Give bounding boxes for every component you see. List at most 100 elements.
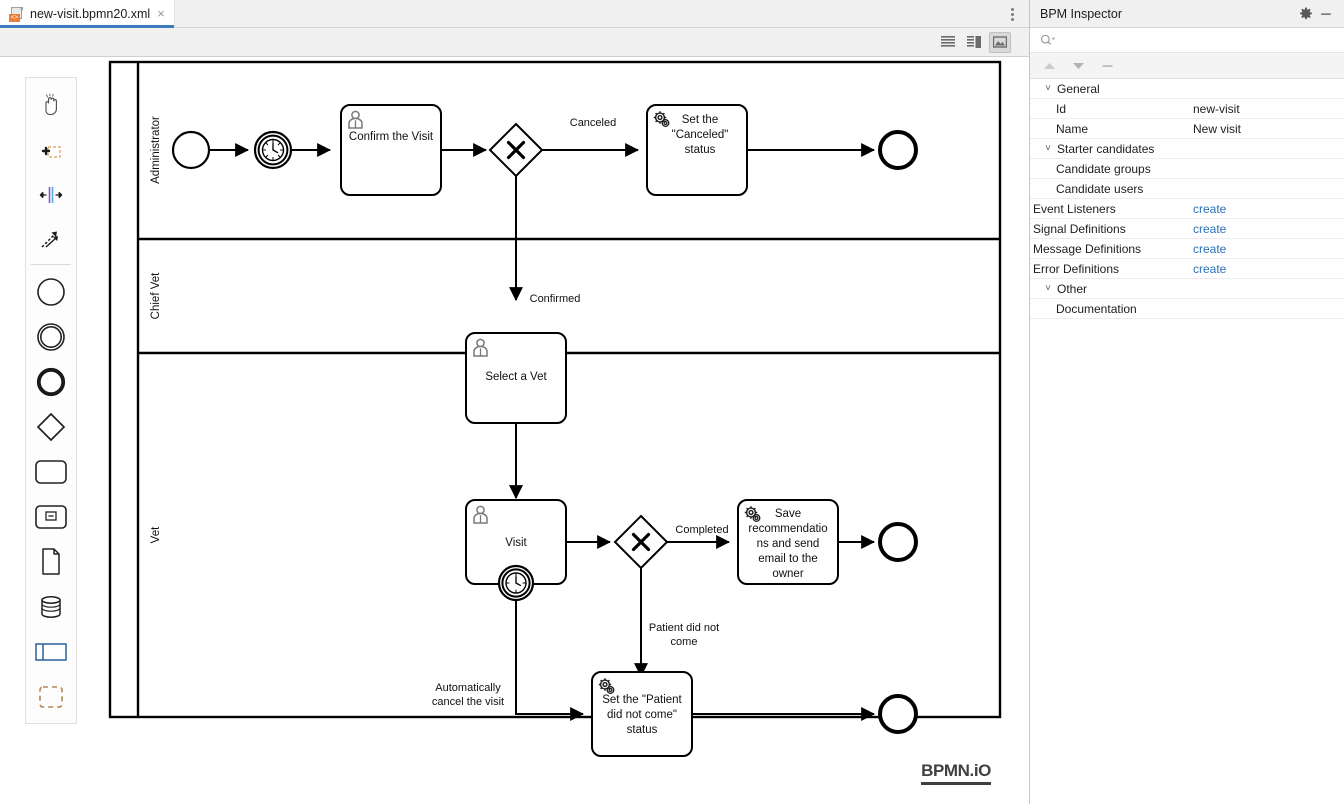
property-row[interactable]: Documentation — [1030, 299, 1344, 319]
flow-label-confirmed: Confirmed — [530, 293, 581, 305]
node-end-event-canceled[interactable] — [878, 130, 918, 170]
inspector-header: BPM Inspector — [1030, 0, 1344, 28]
tab-bar: <> new-visit.bpmn20.xml × — [0, 0, 1029, 28]
flow-label-patient-no-show-line1: Patient did not — [649, 622, 719, 634]
task-label-line2: recommendatio — [748, 523, 827, 535]
task-label-line4: email to the — [758, 553, 817, 565]
search-icon — [1040, 33, 1056, 47]
task-label: Select a Vet — [485, 371, 547, 383]
property-row[interactable]: Candidate users — [1030, 179, 1344, 199]
node-save-recommendations[interactable]: Save recommendatio ns and send email to … — [737, 499, 839, 585]
bpmn-io-logo[interactable]: BPMN.iO — [921, 762, 991, 785]
property-list: ˅ General Id new-visit Name New visit ˅ Starter… — [1030, 79, 1344, 804]
inspector-toolbar — [1030, 53, 1344, 79]
task-label: Visit — [505, 537, 527, 549]
property-name: Event Listeners — [1033, 201, 1116, 216]
task-label-line2: "Canceled" — [672, 129, 729, 141]
minus-icon[interactable] — [1098, 57, 1116, 75]
property-value: New visit — [1193, 121, 1242, 136]
property-name: Documentation — [1056, 301, 1137, 316]
node-select-a-vet[interactable]: Select a Vet — [465, 332, 567, 424]
property-row[interactable]: Candidate groups — [1030, 159, 1344, 179]
lane-label-chief-vet: Chief Vet — [150, 272, 162, 319]
application-window: <> new-visit.bpmn20.xml × Administrator … — [0, 0, 1344, 804]
tab-title: new-visit.bpmn20.xml — [30, 7, 151, 21]
property-name: General — [1057, 81, 1100, 96]
property-row[interactable]: Message Definitions create — [1030, 239, 1344, 259]
inspector-search-row[interactable] — [1030, 28, 1344, 53]
source-view-button[interactable] — [937, 32, 959, 53]
flow-label-auto-cancel-line2: cancel the visit — [432, 696, 504, 708]
property-name: Name — [1056, 121, 1089, 136]
more-vertical-icon[interactable] — [1003, 0, 1021, 28]
triangle-down-icon[interactable] — [1069, 57, 1087, 75]
chevron-down-icon[interactable]: ˅ — [1040, 83, 1056, 94]
property-name: Error Definitions — [1033, 261, 1120, 276]
property-row[interactable]: Event Listeners create — [1030, 199, 1344, 219]
property-name: Other — [1057, 281, 1088, 296]
inspector-title: BPM Inspector — [1040, 6, 1122, 21]
node-confirm-the-visit[interactable]: Confirm the Visit — [340, 104, 442, 196]
lane-label-text: Chief Vet — [150, 272, 162, 319]
property-name: Signal Definitions — [1033, 221, 1126, 236]
chevron-down-icon[interactable]: ˅ — [1040, 143, 1056, 154]
task-label-line1: Save — [775, 508, 801, 520]
task-label-line1: Set the "Patient — [602, 694, 682, 706]
search-input[interactable] — [1056, 32, 1344, 48]
property-create-link[interactable]: create — [1193, 202, 1226, 216]
gear-icon[interactable] — [1296, 4, 1316, 24]
text-lines-icon — [941, 36, 955, 47]
property-create-link[interactable]: create — [1193, 262, 1226, 276]
lane-label-administrator: Administrator — [150, 116, 162, 184]
property-name: Candidate groups — [1056, 161, 1151, 176]
node-set-canceled-status[interactable]: Set the "Canceled" status — [646, 104, 748, 196]
task-label-line3: status — [685, 144, 716, 156]
lane-label-vet: Vet — [150, 526, 162, 543]
chevron-down-icon[interactable]: ˅ — [1040, 283, 1056, 294]
bpmn-canvas[interactable]: Administrator Chief Vet Vet Confirm the … — [0, 57, 1029, 803]
xml-file-icon: <> — [9, 6, 24, 22]
split-view-button[interactable] — [963, 32, 985, 53]
tab-new-visit-bpmn20-xml[interactable]: <> new-visit.bpmn20.xml × — [0, 0, 175, 28]
task-label-line3: status — [627, 724, 658, 736]
task-label-line2: did not come" — [607, 709, 677, 721]
task-label-line5: owner — [772, 568, 803, 580]
flow-label-completed: Completed — [675, 524, 728, 536]
task-label-line1: Set the — [682, 114, 718, 126]
property-value: new-visit — [1193, 101, 1240, 116]
property-name: Candidate users — [1056, 181, 1144, 196]
xml-badge-label: <> — [9, 13, 20, 22]
property-create-link[interactable]: create — [1193, 222, 1226, 236]
property-row[interactable]: Id new-visit — [1030, 99, 1344, 119]
tab-close-icon[interactable]: × — [156, 7, 166, 22]
property-name: Message Definitions — [1033, 241, 1142, 256]
diagram-view-button[interactable] — [989, 31, 1011, 53]
triangle-up-icon[interactable] — [1040, 57, 1058, 75]
bpmn-diagram[interactable]: Administrator Chief Vet Vet Confirm the … — [0, 57, 1029, 803]
node-timer-intermediate-event[interactable] — [253, 130, 293, 170]
property-create-link[interactable]: create — [1193, 242, 1226, 256]
node-end-event-completed[interactable] — [878, 522, 918, 562]
property-row[interactable]: ˅ General — [1030, 79, 1344, 99]
minimize-icon[interactable] — [1316, 4, 1336, 24]
node-start-event[interactable] — [171, 130, 211, 170]
flow-label-canceled: Canceled — [570, 117, 616, 129]
node-set-patient-did-not-come-status[interactable]: Set the "Patient did not come" status — [591, 671, 693, 757]
property-row[interactable]: Name New visit — [1030, 119, 1344, 139]
lane-label-text: Administrator — [150, 116, 162, 184]
property-row[interactable]: ˅ Starter candidates — [1030, 139, 1344, 159]
property-row[interactable]: Signal Definitions create — [1030, 219, 1344, 239]
node-end-event-no-show[interactable] — [878, 694, 918, 734]
flow-label-auto-cancel-line1: Automatically — [435, 682, 501, 694]
node-visit-boundary-timer-event[interactable] — [497, 564, 535, 602]
editor-view-toolbar — [0, 28, 1029, 57]
property-name: Id — [1056, 101, 1067, 116]
bpm-inspector-panel: BPM Inspector ˅ General Id new-visit Nam… — [1030, 0, 1344, 804]
property-row[interactable]: ˅ Other — [1030, 279, 1344, 299]
image-icon — [993, 36, 1007, 48]
editor-area: <> new-visit.bpmn20.xml × Administrator … — [0, 0, 1030, 804]
task-label-line3: ns and send — [757, 538, 820, 550]
split-pane-icon — [967, 36, 981, 48]
task-label: Confirm the Visit — [349, 131, 434, 143]
property-row[interactable]: Error Definitions create — [1030, 259, 1344, 279]
